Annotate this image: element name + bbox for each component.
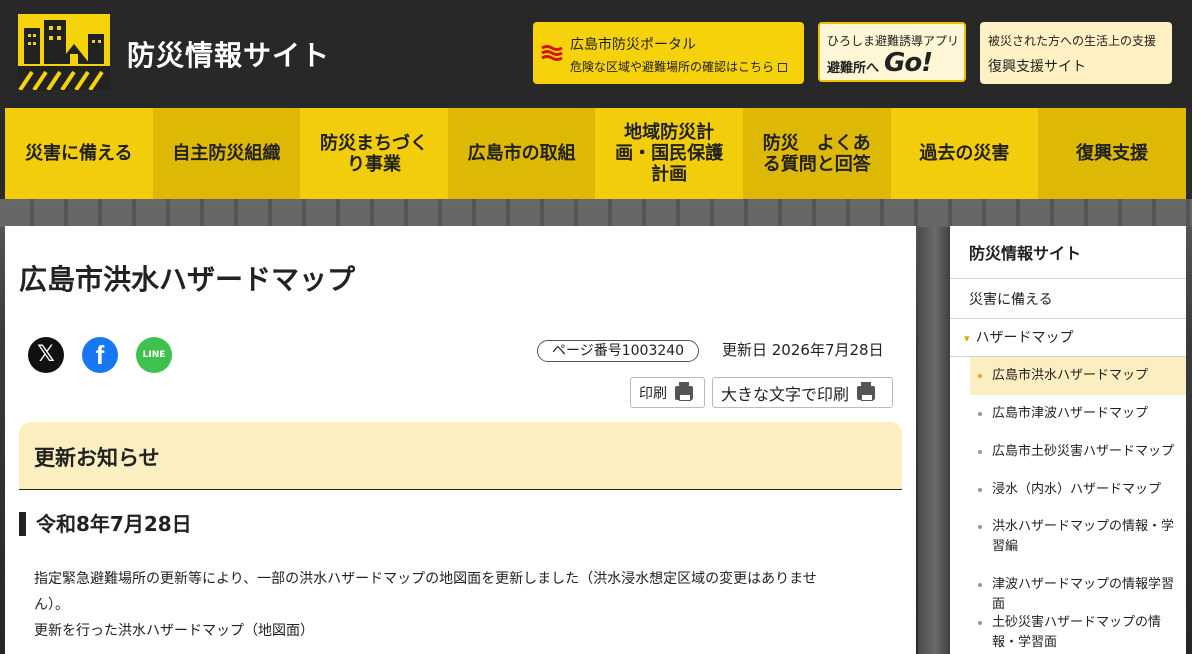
- page-number-badge: ページ番号1003240: [537, 340, 700, 362]
- sidebar-item-label: 津波ハザードマップの情報学習面: [992, 577, 1175, 612]
- chevron-down-icon: ▾: [964, 332, 970, 345]
- notice-title: 更新お知らせ: [34, 446, 160, 470]
- printer-icon: [857, 381, 876, 401]
- sidebar-item-label: 広島市洪水ハザードマップ: [992, 368, 1149, 383]
- nav-item-recovery[interactable]: 復興支援: [1038, 108, 1186, 199]
- bullet-icon: [978, 525, 982, 529]
- wave-icon: [541, 45, 563, 61]
- share-line-button[interactable]: LINE: [136, 337, 172, 373]
- sidebar-item-tsunami-learning[interactable]: 津波ハザードマップの情報学習面: [970, 575, 1186, 615]
- nav-item-prepare[interactable]: 災害に備える: [5, 108, 153, 199]
- bullet-icon: [978, 583, 982, 587]
- updated-date: 更新日 2026年7月28日: [722, 341, 884, 359]
- page-title: 広島市洪水ハザードマップ: [19, 263, 356, 296]
- divider: [950, 278, 1186, 279]
- print-large-text-button[interactable]: 大きな文字で印刷: [712, 377, 893, 408]
- nav-item-city-efforts[interactable]: 広島市の取組: [447, 108, 596, 199]
- sidebar-item-label: 土砂災害ハザードマップの情報・学習面: [992, 615, 1162, 650]
- main-content: 広島市洪水ハザードマップ 𝕏 f LINE ページ番号1003240 更新日 2…: [5, 226, 916, 654]
- site-title[interactable]: 防災情報サイト: [127, 34, 330, 74]
- recovery-support-banner[interactable]: 被災された方への生活上の支援 復興支援サイト: [980, 22, 1172, 84]
- external-link-icon: [778, 63, 788, 72]
- recovery-caption: 被災された方への生活上の支援: [988, 34, 1157, 48]
- sidebar-item-prepare[interactable]: 災害に備える: [969, 289, 1053, 309]
- disaster-portal-banner[interactable]: 広島市防災ポータル 危険な区域や避難場所の確認はこちら: [533, 22, 804, 84]
- disaster-prevention-logo-icon[interactable]: [18, 14, 110, 90]
- app-go-logo: Go!: [884, 48, 933, 78]
- update-notice-header: 更新お知らせ: [19, 422, 902, 490]
- app-subtitle: 避難所へ: [827, 61, 880, 76]
- print-label: 印刷: [639, 385, 667, 402]
- print-large-label: 大きな文字で印刷: [721, 384, 850, 404]
- sidebar-item-label: 洪水ハザードマップの情報・学習編: [992, 519, 1175, 554]
- sidebar-item-hazard-map[interactable]: ▾ ハザードマップ: [964, 327, 1074, 347]
- sidebar-item-label: 広島市土砂災害ハザードマップ: [992, 444, 1175, 459]
- sidebar-item-label: 広島市津波ハザードマップ: [992, 406, 1149, 421]
- sidebar-title[interactable]: 防災情報サイト: [969, 240, 1081, 264]
- sidebar-item-landslide-learning[interactable]: 土砂災害ハザードマップの情報・学習面: [970, 613, 1186, 653]
- bullet-icon: [978, 412, 982, 416]
- sidebar-item-flood-map[interactable]: 広島市洪水ハザードマップ: [970, 357, 1186, 395]
- evacuation-app-banner[interactable]: ひろしま避難誘導アプリ 避難所へ Go!: [818, 22, 966, 82]
- nav-item-faq[interactable]: 防災 よくある質問と回答: [742, 108, 891, 199]
- sidebar-item-tsunami-map[interactable]: 広島市津波ハザードマップ: [970, 404, 1186, 424]
- sidebar-item-label: 浸水（内水）ハザードマップ: [992, 482, 1162, 497]
- sidebar-item-inland-flood-map[interactable]: 浸水（内水）ハザードマップ: [970, 480, 1186, 500]
- nav-item-voluntary-org[interactable]: 自主防災組織: [152, 108, 301, 199]
- share-x-button[interactable]: 𝕏: [28, 337, 64, 373]
- printer-icon: [675, 381, 693, 401]
- bullet-icon: [978, 450, 982, 454]
- background-ceiling: [0, 199, 1192, 227]
- bullet-icon: [978, 621, 982, 625]
- divider: [950, 318, 1186, 319]
- portal-title: 広島市防災ポータル: [570, 37, 696, 53]
- share-facebook-button[interactable]: f: [82, 337, 118, 373]
- notice-body-line: ん）。: [34, 597, 69, 613]
- print-button[interactable]: 印刷: [630, 377, 705, 408]
- notice-body-line: 更新を行った洪水ハザードマップ（地図面）: [34, 623, 314, 639]
- sidebar-item-flood-learning[interactable]: 洪水ハザードマップの情報・学習編: [970, 517, 1186, 557]
- portal-subtitle: 危険な区域や避難場所の確認はこちら: [570, 58, 788, 75]
- recovery-title: 復興支援サイト: [988, 59, 1086, 75]
- global-nav: 災害に備える 自主防災組織 防災まちづくり事業 広島市の取組 地域防災計画・国民…: [5, 108, 1186, 199]
- nav-item-past-disasters[interactable]: 過去の災害: [890, 108, 1039, 199]
- facebook-icon: f: [95, 340, 105, 370]
- sidebar-item-landslide-map[interactable]: 広島市土砂災害ハザードマップ: [970, 442, 1186, 462]
- sidebar: 防災情報サイト 災害に備える ▾ ハザードマップ 広島市洪水ハザードマップ 広島市…: [950, 226, 1186, 654]
- sidebar-item-label: ハザードマップ: [975, 330, 1074, 346]
- line-icon: LINE: [142, 350, 166, 360]
- nav-item-regional-plan[interactable]: 地域防災計画・国民保護計画: [595, 108, 743, 199]
- date-heading: 令和8年7月28日: [19, 512, 192, 536]
- site-header: 防災情報サイト 広島市防災ポータル 危険な区域や避難場所の確認はこちら ひろしま…: [0, 0, 1192, 108]
- nav-item-town-planning[interactable]: 防災まちづくり事業: [300, 108, 448, 199]
- notice-body: 指定緊急避難場所の更新等により、一部の洪水ハザードマップの地図面を更新しました（…: [34, 566, 884, 644]
- app-title: ひろしま避難誘導アプリ: [827, 34, 960, 48]
- background-column: [918, 227, 952, 654]
- bullet-icon: [978, 488, 982, 492]
- notice-body-line: 指定緊急避難場所の更新等により、一部の洪水ハザードマップの地図面を更新しました（…: [34, 571, 817, 587]
- bullet-icon: [978, 374, 982, 378]
- x-icon: 𝕏: [37, 342, 55, 367]
